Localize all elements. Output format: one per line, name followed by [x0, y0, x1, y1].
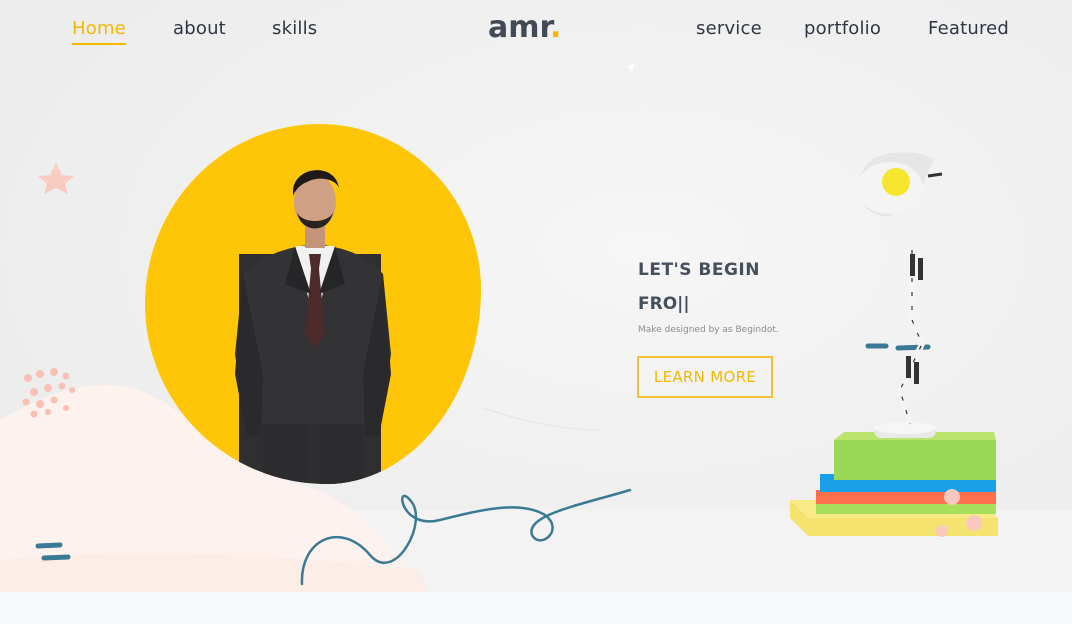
nav-link-portfolio[interactable]: portfolio [804, 18, 881, 39]
top-navigation: Home about skills amr. service portfolio… [0, 0, 1072, 60]
hero-subtitle: Make designed by as Begindot. [638, 325, 779, 335]
hero-title: LET'S BEGIN [638, 260, 760, 280]
desk-lamp-icon [857, 152, 943, 438]
bottom-band [0, 592, 1072, 624]
learn-more-button[interactable]: LEARN MORE [637, 356, 773, 398]
nav-link-skills[interactable]: skills [272, 18, 317, 39]
desk-lamp-illustration [790, 152, 998, 537]
nav-link-featured[interactable]: Featured [928, 18, 1009, 39]
logo-dot: . [550, 10, 562, 45]
site-logo[interactable]: amr. [488, 10, 561, 45]
logo-text: amr [488, 10, 551, 45]
nav-link-about[interactable]: about [173, 18, 226, 39]
nav-link-service[interactable]: service [696, 18, 762, 39]
hero-typed-text: FRO|| [638, 294, 690, 314]
book-stack-icon [790, 432, 998, 537]
nav-link-home[interactable]: Home [72, 18, 126, 45]
